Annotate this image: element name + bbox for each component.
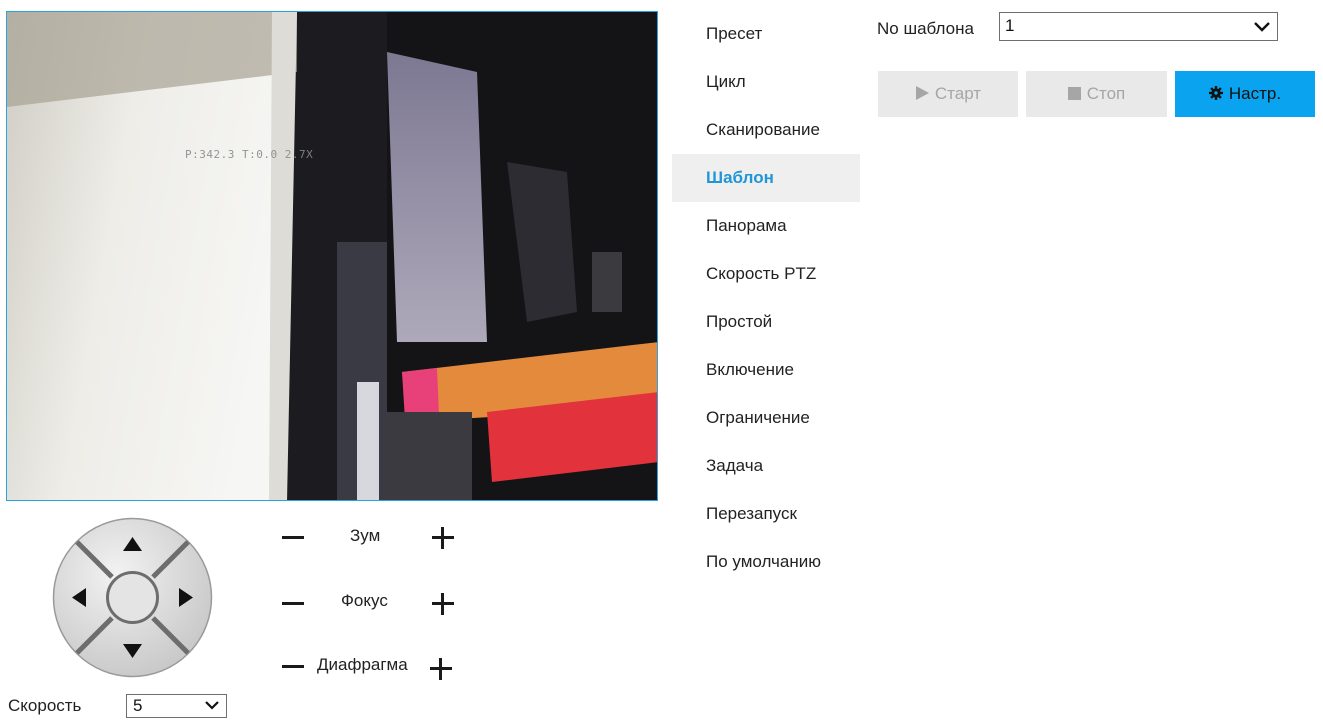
zoom-label: Зум [350,526,381,545]
chevron-down-icon [205,701,219,710]
ptz-center-button[interactable] [109,574,156,621]
video-preview[interactable]: P:342.3 T:0.0 2.7X [6,11,658,501]
template-number-label: No шаблона [877,19,974,38]
stop-button[interactable]: Стоп [1026,71,1167,117]
camera-image [7,12,657,500]
start-button-label: Старт [934,84,982,103]
play-icon [915,86,929,100]
focus-far-button[interactable] [430,591,456,617]
speed-label: Скорость [8,696,82,715]
menu-item-ptz-speed[interactable]: Скорость PTZ [672,250,860,298]
ptz-down-button[interactable] [107,633,158,678]
menu-item-scan[interactable]: Сканирование [672,106,860,154]
menu-item-restart[interactable]: Перезапуск [672,490,860,538]
ptz-function-menu: Пресет Цикл Сканирование Шаблон Панорама… [672,10,860,586]
speed-select[interactable]: 5 [126,694,227,718]
chevron-down-icon [1254,22,1270,32]
minus-icon [282,665,304,668]
gear-icon [1208,86,1223,100]
template-number-value: 1 [1005,16,1015,35]
iris-open-button[interactable] [428,656,454,682]
zoom-out-button[interactable] [280,525,306,551]
menu-item-task[interactable]: Задача [672,442,860,490]
template-number-select[interactable]: 1 [999,12,1278,41]
stop-icon [1067,87,1081,100]
menu-item-limit[interactable]: Ограничение [672,394,860,442]
menu-item-power-on[interactable]: Включение [672,346,860,394]
iris-close-button[interactable] [280,654,306,680]
menu-item-default[interactable]: По умолчанию [672,538,860,586]
ptz-up-button[interactable] [107,517,158,562]
zoom-in-button[interactable] [430,525,456,551]
start-button[interactable]: Старт [878,71,1018,117]
menu-item-pattern[interactable]: Шаблон [672,154,860,202]
settings-button-label: Настр. [1228,84,1282,103]
ptz-direction-pad[interactable] [52,517,213,678]
ptz-right-button[interactable] [168,572,213,623]
iris-label: Диафрагма [317,655,408,674]
menu-item-preset[interactable]: Пресет [672,10,860,58]
settings-button[interactable]: Настр. [1175,71,1315,117]
focus-label: Фокус [341,591,388,610]
menu-item-cycle[interactable]: Цикл [672,58,860,106]
stop-button-label: Стоп [1086,84,1126,103]
minus-icon [282,536,304,539]
menu-item-panorama[interactable]: Панорама [672,202,860,250]
osd-position-text: P:342.3 T:0.0 2.7X [185,148,314,161]
ptz-left-button[interactable] [52,572,97,623]
minus-icon [282,602,304,605]
menu-item-idle[interactable]: Простой [672,298,860,346]
speed-value: 5 [133,696,143,715]
focus-near-button[interactable] [280,591,306,617]
